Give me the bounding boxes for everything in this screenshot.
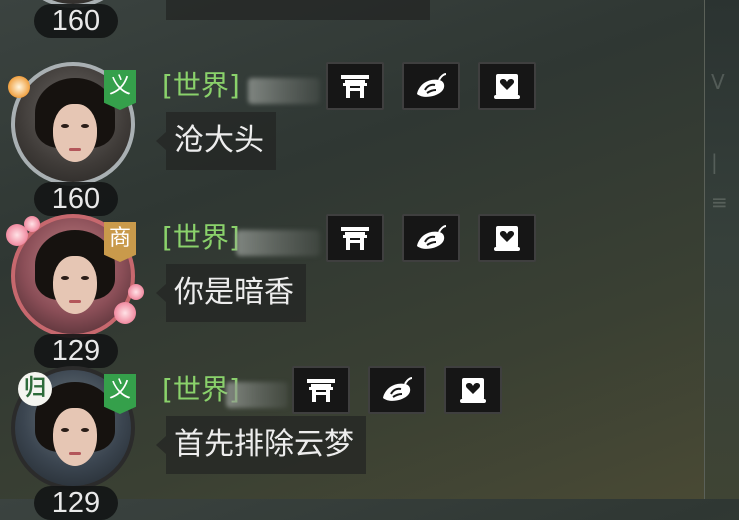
add-friend-button[interactable] xyxy=(444,366,502,414)
sweet-potato-icon xyxy=(383,377,413,401)
gift-button[interactable] xyxy=(402,214,460,262)
channel-label: [世界] xyxy=(162,69,240,102)
message-sender[interactable]: [世界] xyxy=(162,218,240,258)
panel-glyph-icon: ≡ xyxy=(711,190,728,214)
blurred-player-name xyxy=(236,230,320,256)
player-avatar[interactable]: 160 xyxy=(6,0,146,38)
message-bubble[interactable]: 沧大头 xyxy=(156,112,276,170)
gift-button[interactable] xyxy=(368,366,426,414)
add-friend-button[interactable] xyxy=(478,214,536,262)
sweet-potato-icon xyxy=(417,225,447,249)
house-icon xyxy=(341,75,369,98)
player-level-badge: 129 xyxy=(34,486,118,520)
message-bubble[interactable]: 首先排除云梦 xyxy=(156,416,366,474)
player-level-badge: 160 xyxy=(34,182,118,216)
blurred-player-name xyxy=(226,382,288,408)
visit-home-button[interactable] xyxy=(326,62,384,110)
heart-scroll-icon xyxy=(494,226,520,251)
faction-tag: 义 xyxy=(104,374,136,414)
visit-home-button[interactable] xyxy=(292,366,350,414)
player-level-badge: 129 xyxy=(34,334,118,368)
sweet-potato-icon xyxy=(417,73,447,97)
heart-scroll-icon xyxy=(460,378,486,403)
frame-decoration-icon xyxy=(8,76,30,98)
house-icon xyxy=(341,227,369,250)
player-avatar[interactable]: 商 129 xyxy=(6,214,146,368)
player-avatar[interactable]: 归 义 129 xyxy=(6,366,146,520)
heart-scroll-icon xyxy=(494,74,520,99)
chat-message-row: 义 160 [世界] 沧大头 xyxy=(0,62,700,216)
player-level-badge: 160 xyxy=(34,4,118,38)
gift-button[interactable] xyxy=(402,62,460,110)
house-icon xyxy=(307,379,335,402)
chat-message-row: 归 义 129 [世界] 首先排除云梦 xyxy=(0,366,700,520)
chat-message-row: 160 xyxy=(0,0,700,38)
channel-label: [世界] xyxy=(162,221,240,254)
panel-glyph-icon: | xyxy=(711,150,718,174)
faction-tag: 义 xyxy=(104,70,136,110)
message-bubble[interactable]: 你是暗香 xyxy=(156,264,306,322)
visit-home-button[interactable] xyxy=(326,214,384,262)
message-sender[interactable]: [世界] xyxy=(162,66,240,106)
faction-tag: 商 xyxy=(104,222,136,262)
add-friend-button[interactable] xyxy=(478,62,536,110)
player-avatar[interactable]: 义 160 xyxy=(6,62,146,216)
chat-message-row: 商 129 [世界] 你是暗香 xyxy=(0,214,700,368)
flower-decoration-icon xyxy=(128,284,144,300)
flower-decoration-icon xyxy=(24,216,40,232)
flower-decoration-icon xyxy=(114,302,136,324)
guild-emblem-icon: 归 xyxy=(18,372,52,406)
message-bubble[interactable] xyxy=(166,0,430,20)
side-panel: V | ≡ xyxy=(704,0,739,499)
blurred-player-name xyxy=(248,78,320,104)
panel-glyph-icon: V xyxy=(711,70,725,94)
